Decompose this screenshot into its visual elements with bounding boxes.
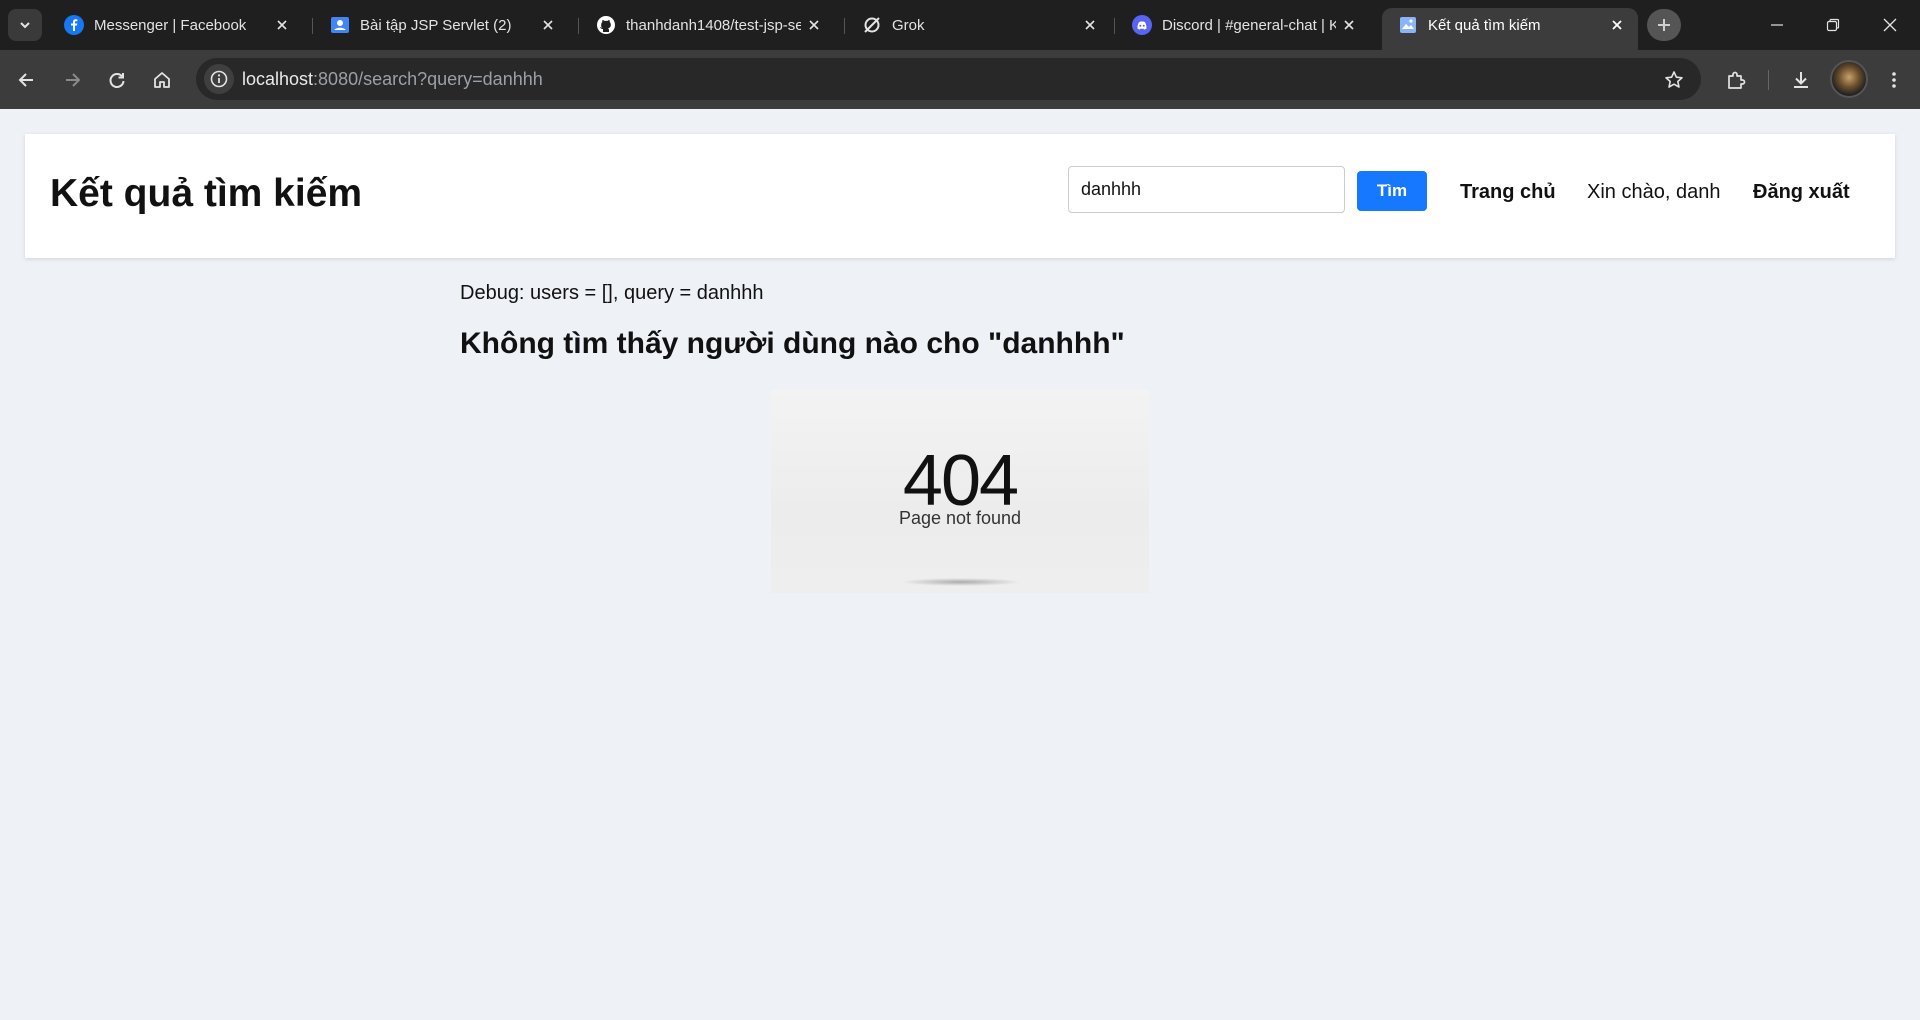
tab-grok[interactable]: Grok bbox=[846, 8, 1111, 42]
url-host: localhost bbox=[242, 69, 314, 89]
reload-button[interactable] bbox=[101, 64, 133, 96]
tab-title: Bài tập JSP Servlet (2) bbox=[360, 16, 512, 34]
tab-title: Grok bbox=[892, 16, 925, 34]
github-icon bbox=[596, 15, 616, 35]
page-icon bbox=[1398, 15, 1418, 35]
classroom-icon bbox=[330, 15, 350, 35]
tab-title: thanhdanh1408/test-jsp-se bbox=[626, 16, 801, 34]
minimize-icon bbox=[1771, 24, 1783, 26]
url-path: :8080/search?query=danhhh bbox=[313, 69, 543, 89]
tab-title: Messenger | Facebook bbox=[94, 16, 247, 34]
search-input[interactable] bbox=[1068, 166, 1345, 213]
minimize-button[interactable] bbox=[1749, 0, 1805, 50]
chevron-down-icon bbox=[20, 22, 30, 29]
back-button[interactable] bbox=[11, 64, 43, 96]
grok-icon bbox=[862, 15, 882, 35]
more-vertical-icon bbox=[1892, 72, 1896, 88]
close-tab-icon[interactable] bbox=[1336, 12, 1362, 38]
plus-icon bbox=[1658, 19, 1670, 31]
page-viewport: Kết quả tìm kiếm Tìm Trang chủ Xin chào,… bbox=[0, 109, 1920, 1020]
tab-discord[interactable]: Discord | #general-chat | K bbox=[1116, 8, 1370, 42]
tab-title: Kết quả tìm kiếm bbox=[1428, 16, 1541, 34]
tab-separator bbox=[1114, 18, 1115, 34]
browser-toolbar: localhost:8080/search?query=danhhh bbox=[0, 50, 1920, 109]
greeting-text: Xin chào, danh bbox=[1587, 181, 1721, 203]
logout-link[interactable]: Đăng xuất bbox=[1753, 181, 1850, 204]
shadow-decoration bbox=[901, 578, 1021, 586]
new-tab-button[interactable] bbox=[1647, 9, 1681, 41]
close-tab-icon[interactable] bbox=[1604, 12, 1630, 38]
restore-button[interactable] bbox=[1805, 0, 1861, 50]
url-text[interactable]: localhost:8080/search?query=danhhh bbox=[242, 69, 543, 90]
profile-avatar[interactable] bbox=[1830, 60, 1868, 98]
tab-title: Discord | #general-chat | K bbox=[1162, 16, 1336, 34]
restore-icon bbox=[1826, 18, 1840, 32]
close-icon bbox=[1883, 18, 1897, 32]
forward-button[interactable] bbox=[56, 64, 88, 96]
error-message: Page not found bbox=[898, 508, 1022, 528]
menu-button[interactable] bbox=[1878, 64, 1910, 96]
tab-classroom[interactable]: Bài tập JSP Servlet (2) bbox=[314, 8, 569, 42]
home-icon bbox=[154, 72, 170, 88]
debug-text: Debug: users = [], query = danhhh bbox=[460, 282, 764, 304]
facebook-icon bbox=[64, 15, 84, 35]
close-tab-icon[interactable] bbox=[269, 12, 295, 38]
close-tab-icon[interactable] bbox=[1077, 12, 1103, 38]
tab-separator bbox=[312, 18, 313, 34]
puzzle-icon bbox=[1728, 71, 1746, 89]
site-header: Kết quả tìm kiếm Tìm Trang chủ Xin chào,… bbox=[25, 134, 1895, 258]
reload-icon bbox=[109, 73, 125, 88]
close-tab-icon[interactable] bbox=[535, 12, 561, 38]
arrow-right-icon bbox=[66, 73, 81, 87]
tab-messenger[interactable]: Messenger | Facebook bbox=[48, 8, 303, 42]
tab-search-button[interactable] bbox=[8, 9, 42, 41]
tab-strip: Messenger | Facebook Bài tập JSP Servlet… bbox=[0, 0, 1920, 50]
extensions-button[interactable] bbox=[1720, 64, 1752, 96]
tab-search-results[interactable]: Kết quả tìm kiếm bbox=[1382, 8, 1638, 50]
arrow-left-icon bbox=[18, 73, 33, 87]
address-bar[interactable]: localhost:8080/search?query=danhhh bbox=[196, 58, 1701, 100]
tab-separator bbox=[578, 18, 579, 34]
close-window-button[interactable] bbox=[1862, 0, 1918, 50]
close-tab-icon[interactable] bbox=[801, 12, 827, 38]
home-button[interactable] bbox=[146, 64, 178, 96]
nav-home-link[interactable]: Trang chủ bbox=[1460, 181, 1556, 204]
downloads-button[interactable] bbox=[1785, 64, 1817, 96]
bookmark-star-icon[interactable] bbox=[1662, 68, 1686, 92]
toolbar-divider bbox=[1768, 70, 1769, 90]
site-info-icon[interactable] bbox=[204, 64, 234, 94]
page-title: Kết quả tìm kiếm bbox=[50, 172, 363, 215]
tab-separator bbox=[844, 18, 845, 34]
no-results-heading: Không tìm thấy người dùng nào cho "danhh… bbox=[460, 327, 1125, 360]
not-found-image: 404 Page not found bbox=[771, 390, 1149, 593]
download-icon bbox=[1794, 72, 1808, 88]
tab-github[interactable]: thanhdanh1408/test-jsp-se bbox=[580, 8, 835, 42]
search-button[interactable]: Tìm bbox=[1357, 171, 1427, 211]
discord-icon bbox=[1132, 15, 1152, 35]
